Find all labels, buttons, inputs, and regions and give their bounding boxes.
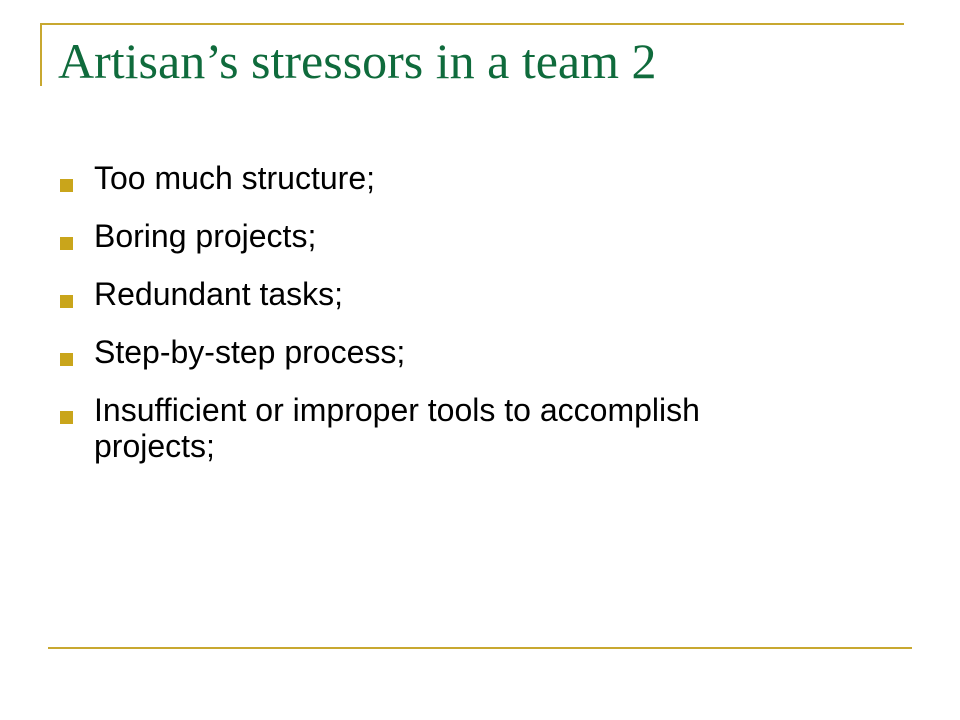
bullet-text: Step-by-step process; — [94, 334, 406, 370]
bullet-text: Redundant tasks; — [94, 276, 344, 312]
slide: Artisan’s stressors in a team 2 Too much… — [0, 0, 960, 720]
bullet-text: Insufficient or improper tools to accomp… — [94, 392, 700, 464]
title-frame-top-rule — [40, 23, 904, 25]
bullet-list: Too much structure; Boring projects; Red… — [60, 160, 700, 486]
square-bullet-icon — [60, 353, 73, 366]
title-frame-left-rule — [40, 23, 42, 86]
slide-title: Artisan’s stressors in a team 2 — [58, 33, 657, 89]
square-bullet-icon — [60, 237, 73, 250]
bullet-item: Redundant tasks; — [60, 276, 700, 312]
bullet-item: Step-by-step process; — [60, 334, 700, 370]
square-bullet-icon — [60, 411, 73, 424]
bullet-item: Too much structure; — [60, 160, 700, 196]
square-bullet-icon — [60, 179, 73, 192]
footer-rule — [48, 647, 912, 649]
bullet-item: Boring projects; — [60, 218, 700, 254]
bullet-text: Too much structure; — [94, 160, 375, 196]
bullet-text: Boring projects; — [94, 218, 317, 254]
bullet-item: Insufficient or improper tools to accomp… — [60, 392, 700, 464]
square-bullet-icon — [60, 295, 73, 308]
